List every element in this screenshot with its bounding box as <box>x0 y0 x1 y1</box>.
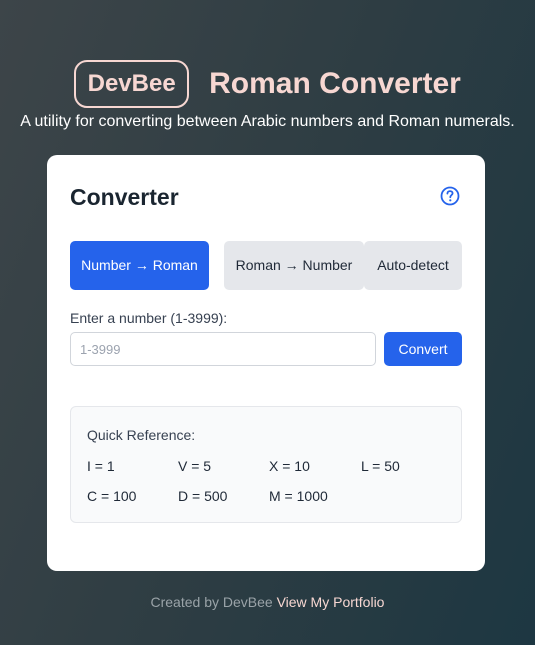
question-circle-icon[interactable] <box>440 186 460 206</box>
number-input-label: Enter a number (1-3999): <box>70 310 228 326</box>
tab-number-to-roman[interactable]: Number → Roman <box>70 241 209 290</box>
logo-text: DevBee <box>87 70 176 97</box>
footer-credit: Created by DevBee <box>150 594 273 610</box>
reference-item: I = 1 <box>87 458 115 474</box>
app-subtitle: A utility for converting between Arabic … <box>20 113 515 130</box>
reference-item: L = 50 <box>361 458 400 474</box>
reference-item: X = 10 <box>269 458 310 474</box>
reference-item: D = 500 <box>178 488 228 504</box>
tab-label: Roman → Number <box>235 257 353 273</box>
reference-item: V = 5 <box>178 458 212 474</box>
devbee-logo: DevBee <box>74 60 190 108</box>
portfolio-link[interactable]: View My Portfolio <box>277 594 385 610</box>
app-title: Roman Converter <box>209 67 461 100</box>
converter-card: Converter Number → Roman Roman → Number … <box>47 155 485 571</box>
convert-button[interactable]: Convert <box>384 332 462 366</box>
number-input[interactable] <box>70 332 376 366</box>
card-title: Converter <box>70 184 179 210</box>
tab-label: Auto-detect <box>377 257 449 273</box>
app-header: DevBee Roman Converter <box>0 58 535 110</box>
reference-item: M = 1000 <box>269 488 328 504</box>
page-footer: Created by DevBee View My Portfolio <box>0 594 535 610</box>
quick-reference-panel: Quick Reference: I = 1 V = 5 X = 10 L = … <box>70 406 462 523</box>
quick-reference-title: Quick Reference: <box>87 427 196 443</box>
reference-item: C = 100 <box>87 488 137 504</box>
tab-roman-to-number[interactable]: Roman → Number <box>224 241 364 290</box>
tab-auto-detect[interactable]: Auto-detect <box>364 241 462 290</box>
tab-label: Number → Roman <box>81 257 198 273</box>
